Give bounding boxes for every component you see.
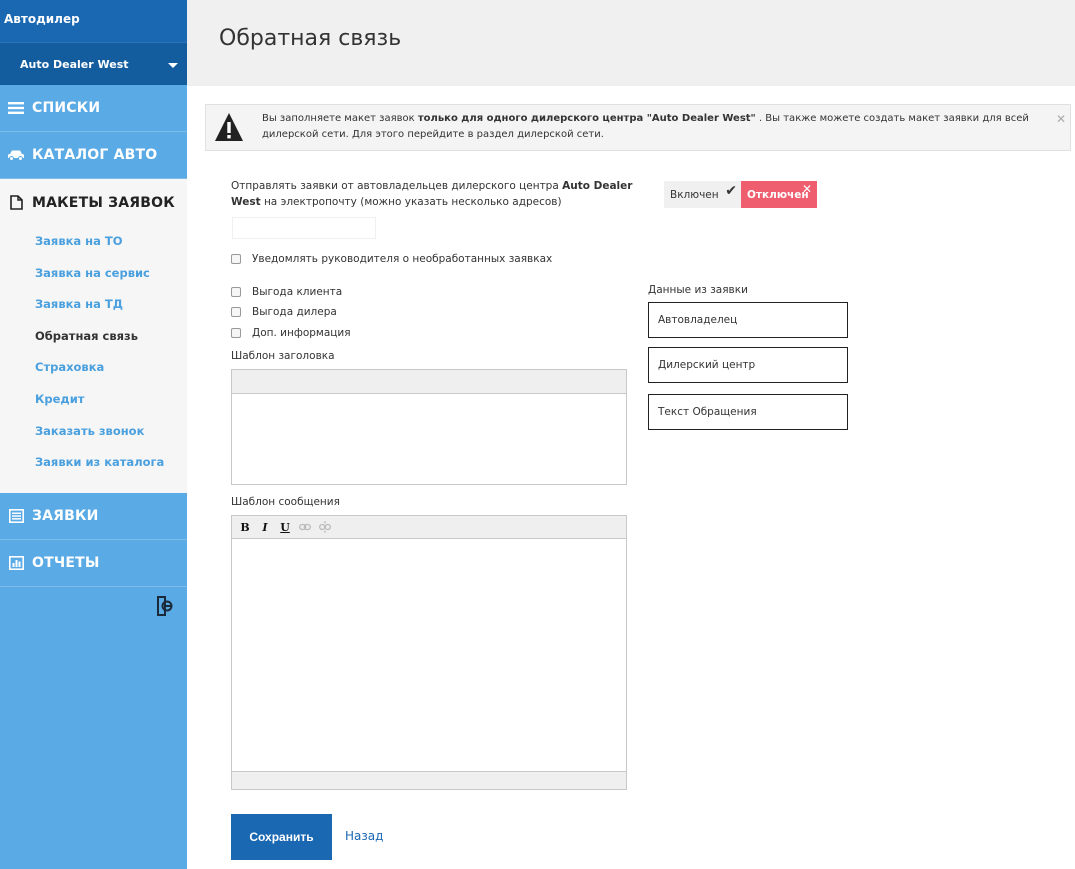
nav-reports-label: Отчеты xyxy=(32,554,100,571)
option-label: Доп. информация xyxy=(252,327,351,339)
nav-lists-label: Списки xyxy=(32,100,101,116)
nav-car-catalog[interactable]: Каталог авто xyxy=(0,132,187,179)
back-link[interactable]: Назад xyxy=(345,829,383,843)
document-icon xyxy=(7,195,25,211)
alert-text-bold: только для одного дилерского центра "Aut… xyxy=(417,113,756,124)
checkmark-icon: ✔ xyxy=(725,183,737,199)
chevron-down-icon xyxy=(168,63,178,68)
list-icon xyxy=(7,100,25,116)
dealer-benefit-checkbox[interactable] xyxy=(231,307,241,317)
nav-lists[interactable]: Списки xyxy=(0,85,187,132)
info-alert: Вы заполняете макет заявок только для од… xyxy=(205,104,1071,151)
message-editor-toolbar: B I U xyxy=(232,516,626,539)
email-label-part: на электропочту (можно указать несколько… xyxy=(260,196,562,208)
email-recipients-label: Отправлять заявки от автовладельцев диле… xyxy=(231,178,641,210)
title-template-editor[interactable] xyxy=(231,369,627,485)
submenu-item-catalog-requests[interactable]: Заявки из каталога xyxy=(0,447,187,479)
nav-request-templates[interactable]: Макеты заявок xyxy=(0,179,187,226)
extra-info-checkbox[interactable] xyxy=(231,328,241,338)
close-icon[interactable]: ✕ xyxy=(1056,112,1066,126)
car-icon xyxy=(7,147,25,163)
nav-request-templates-label: Макеты заявок xyxy=(32,194,175,211)
toggle-on-label: Включен xyxy=(670,188,719,201)
brand-title: Автодилер xyxy=(0,0,187,42)
title-editor-toolbar xyxy=(232,370,626,394)
app-window: Автодилер Auto Dealer West Списки Катало… xyxy=(0,0,1075,869)
save-button[interactable]: Сохранить xyxy=(231,814,332,860)
underline-button[interactable]: U xyxy=(277,519,293,535)
message-editor-statusbar xyxy=(232,771,626,789)
notify-manager-checkbox[interactable] xyxy=(231,254,241,264)
page-header: Обратная связь xyxy=(187,0,1075,86)
submenu-item-insurance[interactable]: Страховка xyxy=(0,352,187,384)
alert-text-part: Вы заполняете макет заявок xyxy=(262,113,418,124)
close-icon: ✕ xyxy=(801,182,812,196)
link-icon[interactable] xyxy=(297,519,313,535)
option-row: Выгода дилера xyxy=(231,306,337,318)
italic-button[interactable]: I xyxy=(257,519,273,535)
submenu-item-feedback[interactable]: Обратная связь xyxy=(0,321,187,353)
title-template-label: Шаблон заголовка xyxy=(231,350,335,362)
message-template-editor[interactable]: B I U xyxy=(231,515,627,790)
message-template-label: Шаблон сообщения xyxy=(231,496,340,508)
templates-submenu: Заявка на ТО Заявка на сервис Заявка на … xyxy=(0,226,187,493)
page-title: Обратная связь xyxy=(219,26,402,51)
unlink-icon[interactable] xyxy=(317,519,333,535)
client-benefit-checkbox[interactable] xyxy=(231,287,241,297)
data-field-dealer-center[interactable]: Дилерский центр xyxy=(648,347,848,383)
nav-car-catalog-label: Каталог авто xyxy=(32,147,158,163)
main-content: Обратная связь Вы заполняете макет заяво… xyxy=(187,0,1075,869)
nav-reports[interactable]: Отчеты xyxy=(0,539,187,587)
notify-manager-label: Уведомлять руководителя о необработанных… xyxy=(252,253,553,265)
data-field-request-text[interactable]: Текст Обращения xyxy=(648,394,848,430)
submenu-item-service[interactable]: Заявка на сервис xyxy=(0,258,187,290)
submenu-item-credit[interactable]: Кредит xyxy=(0,384,187,416)
notify-manager-row: Уведомлять руководителя о необработанных… xyxy=(231,253,552,265)
email-input[interactable] xyxy=(232,217,376,239)
submenu-item-callback[interactable]: Заказать звонок xyxy=(0,416,187,448)
submenu-item-maintenance[interactable]: Заявка на ТО xyxy=(0,226,187,258)
toggle-on-button[interactable]: Включен ✔ xyxy=(664,181,741,208)
form-icon xyxy=(7,508,25,524)
enabled-toggle: Включен ✔ Отключен ✕ xyxy=(664,181,817,208)
toggle-off-label: Отключен xyxy=(747,188,809,201)
nav-requests[interactable]: Заявки xyxy=(0,492,187,540)
dealer-select-value: Auto Dealer West xyxy=(20,58,129,71)
logout-icon[interactable] xyxy=(156,596,174,616)
bold-button[interactable]: B xyxy=(237,519,253,535)
toggle-off-button[interactable]: Отключен ✕ xyxy=(741,181,817,208)
dealer-select[interactable]: Auto Dealer West xyxy=(0,42,187,85)
submenu-item-test-drive[interactable]: Заявка на ТД xyxy=(0,289,187,321)
option-label: Выгода дилера xyxy=(252,306,337,318)
data-field-car-owner[interactable]: Автовладелец xyxy=(648,302,848,338)
chart-icon xyxy=(7,555,25,571)
alert-text: Вы заполняете макет заявок только для од… xyxy=(262,111,1052,143)
sidebar: Автодилер Auto Dealer West Списки Катало… xyxy=(0,0,187,869)
nav-requests-label: Заявки xyxy=(32,507,99,524)
warning-icon xyxy=(214,111,244,143)
option-label: Выгода клиента xyxy=(252,286,343,298)
option-row: Выгода клиента xyxy=(231,286,342,298)
option-row: Доп. информация xyxy=(231,327,351,339)
request-data-label: Данные из заявки xyxy=(648,284,748,296)
email-label-part: Отправлять заявки от автовладельцев диле… xyxy=(231,180,563,192)
